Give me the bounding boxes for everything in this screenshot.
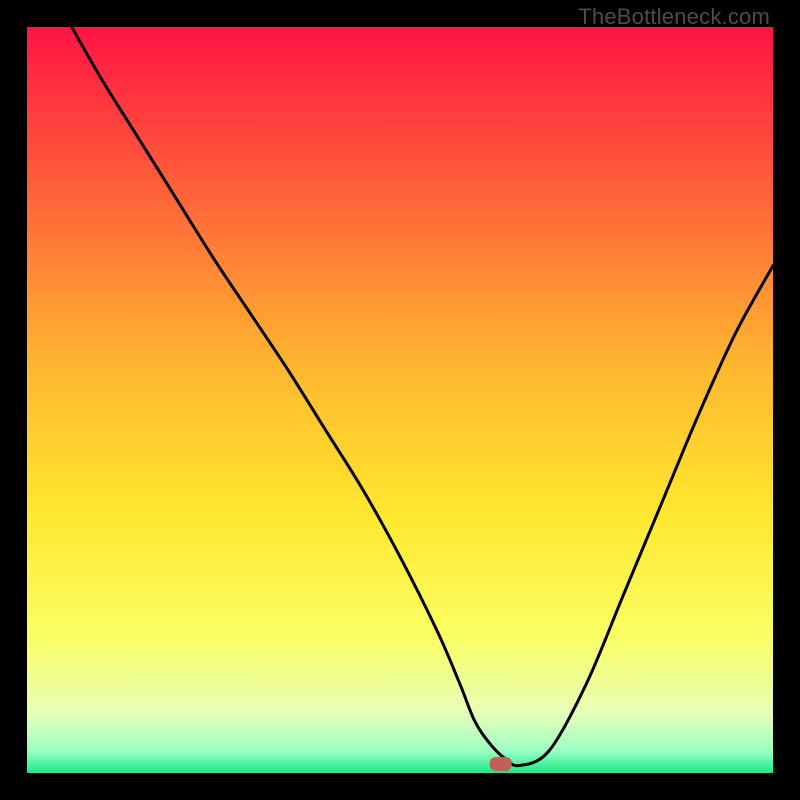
chart-frame: TheBottleneck.com: [0, 0, 800, 800]
chart-svg: [27, 27, 773, 773]
optimum-marker: [490, 757, 512, 771]
plot-area: [27, 27, 773, 773]
